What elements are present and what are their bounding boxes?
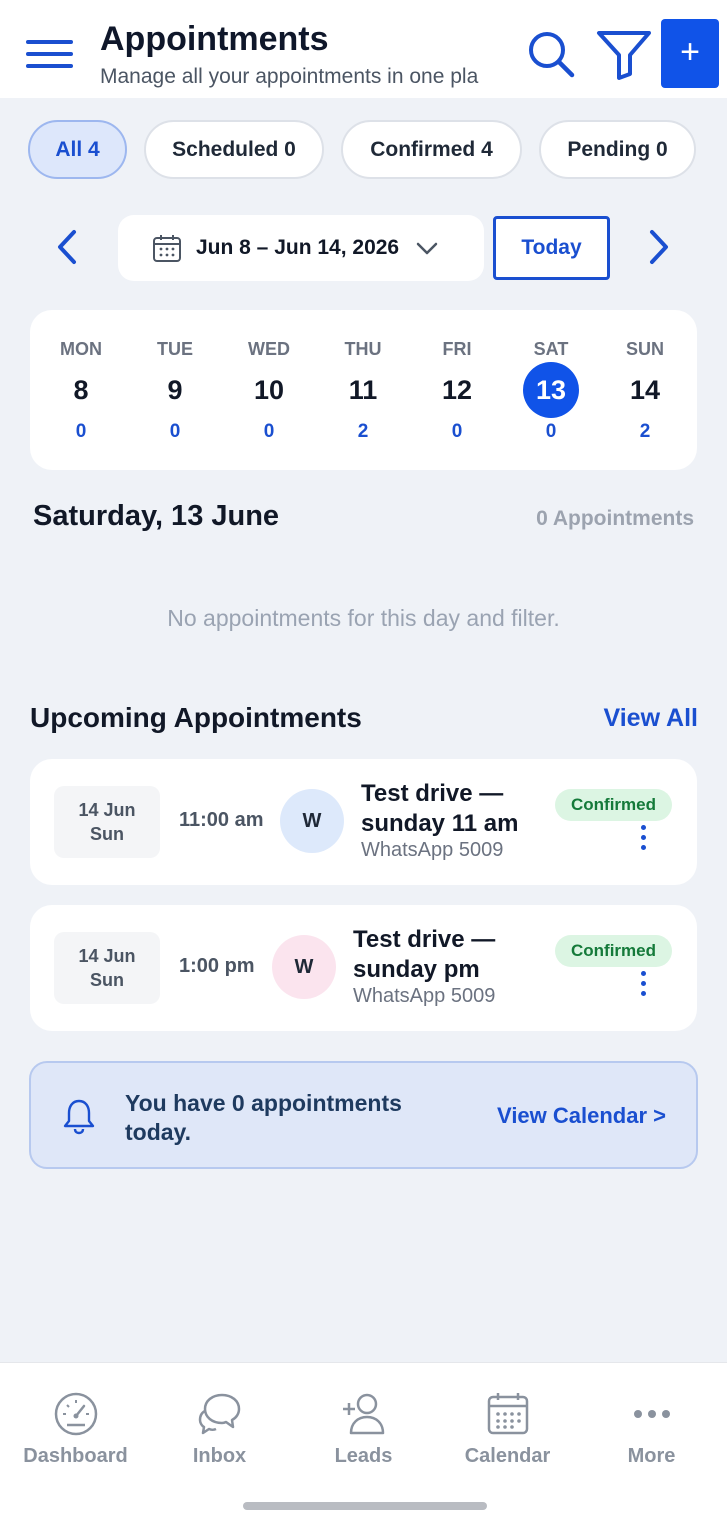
appointment-date-day: 14 Jun <box>78 800 136 820</box>
view-calendar-link[interactable]: View Calendar > <box>497 1103 666 1129</box>
menu-icon[interactable] <box>26 40 74 70</box>
appointment-channel: WhatsApp 5009 <box>361 839 504 861</box>
nav-label: Leads <box>334 1445 393 1467</box>
appointment-title: Test drive — sunday pm <box>353 926 496 983</box>
day-number: 14 <box>629 375 661 405</box>
nav-tab-leads[interactable]: Leads <box>291 1363 436 1493</box>
nav-tab-more[interactable]: More <box>579 1363 724 1493</box>
day-name: SUN <box>625 339 664 359</box>
nav-label: Dashboard <box>23 1445 128 1467</box>
calendar-icon <box>153 235 181 262</box>
day-name: FRI <box>442 339 472 359</box>
home-indicator[interactable] <box>243 1502 487 1510</box>
appointment-date: 14 Jun Sun <box>54 786 160 858</box>
day-number: 10 <box>253 375 285 405</box>
add-appointment-button[interactable]: + <box>661 19 719 88</box>
nav-label: More <box>627 1445 676 1467</box>
day-name: WED <box>248 339 290 359</box>
appointment-date-weekday: Sun <box>90 824 124 844</box>
day-number: 8 <box>73 375 89 405</box>
nav-tab-inbox[interactable]: Inbox <box>147 1363 292 1493</box>
nav-tab-calendar[interactable]: Calendar <box>435 1363 580 1493</box>
more-dots-icon <box>634 1410 670 1418</box>
next-week-icon[interactable] <box>638 227 678 267</box>
appointment-date-day: 14 Jun <box>78 946 136 966</box>
previous-week-icon[interactable] <box>48 227 88 267</box>
day-cell-wed[interactable]: WED 10 0 <box>222 310 316 470</box>
day-number: 13 <box>523 362 579 418</box>
day-number: 11 <box>348 375 378 405</box>
appointment-card[interactable]: 14 Jun Sun 1:00 pm W Test drive — sunday… <box>30 905 697 1031</box>
day-cell-thu[interactable]: THU 11 2 <box>316 310 410 470</box>
day-count: 0 <box>263 421 275 442</box>
week-navigation: Jun 8 – Jun 14, 2026 Today <box>0 213 727 283</box>
day-cell-tue[interactable]: TUE 9 0 <box>128 310 222 470</box>
view-all-link[interactable]: View All <box>604 704 698 733</box>
nav-label: Calendar <box>464 1445 551 1467</box>
search-icon[interactable] <box>524 28 578 82</box>
selected-day-title: Saturday, 13 June <box>33 500 280 532</box>
speedometer-icon <box>54 1392 98 1436</box>
day-count: 0 <box>545 421 557 442</box>
today-summary-banner: You have 0 appointments today. View Cale… <box>29 1061 698 1169</box>
avatar: W <box>272 935 336 999</box>
day-number: 9 <box>167 375 183 405</box>
appointment-date: 14 Jun Sun <box>54 932 160 1004</box>
appointment-card[interactable]: 14 Jun Sun 11:00 am W Test drive — sunda… <box>30 759 697 885</box>
filter-chip-all[interactable]: All 4 <box>28 120 127 179</box>
day-name: MON <box>60 339 102 359</box>
today-button[interactable]: Today <box>493 216 610 280</box>
appointment-date-weekday: Sun <box>90 970 124 990</box>
status-filter-chips: All 4 Scheduled 0 Confirmed 4 Pending 0 <box>0 120 727 180</box>
date-range-picker[interactable]: Jun 8 – Jun 14, 2026 <box>118 215 484 281</box>
appointment-time: 11:00 am <box>179 809 264 831</box>
empty-state-message: No appointments for this day and filter. <box>167 605 560 631</box>
nav-tab-dashboard[interactable]: Dashboard <box>3 1363 148 1493</box>
day-count: 2 <box>357 421 369 442</box>
day-number: 12 <box>441 375 473 405</box>
chevron-down-icon <box>416 242 438 255</box>
status-badge: Confirmed <box>555 935 672 967</box>
filter-icon[interactable] <box>594 28 654 82</box>
day-name: THU <box>344 339 382 359</box>
day-name: TUE <box>157 339 193 359</box>
selected-day-count: 0 Appointments <box>536 507 694 530</box>
appointment-title: Test drive — sunday 11 am <box>361 780 519 837</box>
bell-icon <box>63 1099 95 1135</box>
filter-chip-scheduled[interactable]: Scheduled 0 <box>144 120 324 179</box>
day-cell-sun[interactable]: SUN 14 2 <box>598 310 692 470</box>
page-subtitle: Manage all your appointments in one pla <box>100 65 479 88</box>
calendar-icon <box>487 1393 529 1435</box>
more-options-icon[interactable] <box>637 825 649 855</box>
upcoming-section-title: Upcoming Appointments <box>30 702 362 733</box>
week-strip: MON 8 0 TUE 9 0 WED 10 0 THU 11 2 FRI 12… <box>30 310 697 470</box>
day-count: 0 <box>169 421 181 442</box>
day-count: 0 <box>451 421 463 442</box>
appointment-channel: WhatsApp 5009 <box>353 985 496 1007</box>
app-header: Appointments Manage all your appointment… <box>0 0 727 98</box>
day-name: SAT <box>533 339 569 359</box>
chat-bubbles-icon <box>198 1393 241 1435</box>
add-user-icon <box>343 1393 385 1435</box>
day-count: 0 <box>75 421 87 442</box>
more-options-icon[interactable] <box>637 971 649 1001</box>
day-cell-mon[interactable]: MON 8 0 <box>34 310 128 470</box>
filter-chip-confirmed[interactable]: Confirmed 4 <box>341 120 522 179</box>
day-cell-sat[interactable]: SAT 13 0 <box>504 310 598 470</box>
avatar: W <box>280 789 344 853</box>
day-count: 2 <box>639 421 651 442</box>
day-cell-fri[interactable]: FRI 12 0 <box>410 310 504 470</box>
page-title: Appointments <box>100 20 329 58</box>
banner-text: You have 0 appointments today. <box>125 1090 402 1145</box>
status-badge: Confirmed <box>555 789 672 821</box>
date-range-label: Jun 8 – Jun 14, 2026 <box>196 236 400 259</box>
nav-label: Inbox <box>192 1445 247 1467</box>
appointment-time: 1:00 pm <box>179 955 255 977</box>
filter-chip-pending[interactable]: Pending 0 <box>539 120 696 179</box>
